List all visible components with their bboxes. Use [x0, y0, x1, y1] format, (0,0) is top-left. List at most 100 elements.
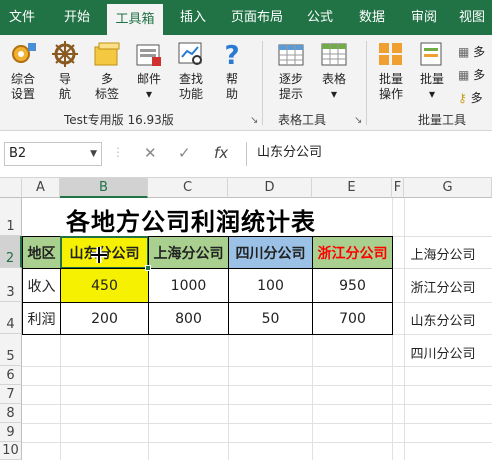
gridline	[404, 198, 405, 460]
cell-a3[interactable]: 收入	[22, 268, 61, 303]
chart-search-icon	[176, 39, 206, 69]
tab-review[interactable]: 审阅	[402, 0, 446, 35]
table-button[interactable]: 表格 ▾	[316, 39, 352, 102]
cell-c2[interactable]: 上海分公司	[148, 236, 229, 269]
cell-b3[interactable]: 450	[60, 268, 149, 303]
gridline	[392, 268, 492, 269]
select-all-corner[interactable]	[0, 178, 22, 198]
column-header-d[interactable]: D	[228, 178, 312, 198]
cell-a4[interactable]: 利润	[22, 302, 61, 335]
sheet-title: 各地方公司利润统计表	[66, 207, 316, 236]
cell-c4[interactable]: 800	[148, 302, 229, 335]
gridline	[148, 334, 149, 460]
column-header-g[interactable]: G	[404, 178, 492, 198]
column-header-e[interactable]: E	[312, 178, 392, 198]
cancel-icon[interactable]: ✕	[144, 144, 157, 162]
tab-file[interactable]: 文件	[0, 0, 44, 35]
group-label-version: Test专用版 16.93版	[64, 113, 174, 127]
cell-g4[interactable]: 山东分公司	[398, 310, 488, 329]
ship-wheel-icon	[50, 39, 80, 69]
cell-d3[interactable]: 100	[228, 268, 313, 303]
row-header-1[interactable]: 1	[0, 198, 22, 236]
folder-tabs-icon	[92, 39, 122, 69]
gridline	[228, 334, 229, 460]
gridline	[22, 423, 492, 424]
cell-d2[interactable]: 四川分公司	[228, 236, 313, 269]
batch-operation-button[interactable]: 批量 操作	[372, 39, 410, 102]
find-function-button[interactable]: 查找 功能	[172, 39, 210, 102]
column-header-b[interactable]: B	[60, 178, 148, 198]
row-header-5[interactable]: 5	[0, 334, 22, 366]
cell-e3[interactable]: 950	[312, 268, 393, 303]
group-label-batch-tools: 批量工具	[418, 113, 467, 127]
batch-grid-icon	[376, 39, 406, 69]
tab-formulas[interactable]: 公式	[298, 0, 342, 35]
row-header-7[interactable]: 7	[0, 385, 22, 404]
formula-bar: B2 ▼ ⋮ ✕ ✓ fx 山东分公司	[0, 131, 492, 178]
ribbon-separator	[366, 41, 367, 125]
cell-b4[interactable]: 200	[60, 302, 149, 335]
tab-home[interactable]: 开始	[52, 0, 102, 35]
help-icon: ?	[217, 39, 247, 71]
formula-input[interactable]: 山东分公司	[246, 142, 492, 166]
column-header-c[interactable]: C	[148, 178, 228, 198]
group-label-table-tools: 表格工具	[278, 113, 327, 127]
gridline	[22, 385, 492, 386]
tab-toolbox[interactable]: 工具箱	[107, 4, 163, 35]
row-header-10[interactable]: 10	[0, 442, 22, 460]
column-header-a[interactable]: A	[22, 178, 60, 198]
mini-item-2[interactable]: ▦ 多	[458, 66, 485, 83]
worksheet-grid: A B C D E F G 1 2 3 4 5 6 7 8 9 10 各地方公司…	[0, 178, 492, 460]
tab-page-layout[interactable]: 页面布局	[224, 0, 290, 35]
cell-a2[interactable]: 地区	[22, 236, 61, 269]
tab-data[interactable]: 数据	[350, 0, 394, 35]
dialog-launcher-icon[interactable]: ↘	[354, 115, 362, 126]
chevron-down-icon[interactable]: ▼	[90, 143, 97, 165]
navigation-button[interactable]: 导 航	[48, 39, 82, 102]
batch-dropdown-button[interactable]: 批量 ▾	[414, 39, 450, 102]
move-cursor-icon	[90, 246, 108, 264]
ribbon: 综合 设置 导 航 多 标签 邮件 ▾ 查找 功能 ? 帮 助 逐步 提示 表格…	[0, 35, 492, 131]
table-tips-icon	[276, 39, 306, 69]
grid-icon: ▦	[458, 45, 470, 59]
cell-g3[interactable]: 浙江分公司	[398, 277, 488, 296]
cell-c3[interactable]: 1000	[148, 268, 229, 303]
mini-item-1[interactable]: ▦ 多	[458, 43, 485, 60]
ribbon-tab-bar: 文件 开始 工具箱 插入 页面布局 公式 数据 审阅 视图	[0, 0, 492, 35]
help-button[interactable]: ? 帮 助	[216, 39, 248, 102]
fx-icon[interactable]: fx	[214, 144, 228, 162]
row-header-9[interactable]: 9	[0, 423, 22, 442]
name-box[interactable]: B2 ▼	[4, 142, 102, 166]
fill-handle[interactable]	[145, 265, 151, 271]
mini-item-3[interactable]: ⚷ 多	[458, 89, 483, 106]
cell-e4[interactable]: 700	[312, 302, 393, 335]
gridline	[22, 442, 492, 443]
svg-text:?: ?	[224, 41, 239, 69]
table-icon	[319, 39, 349, 69]
enter-icon[interactable]: ✓	[178, 144, 191, 162]
ribbon-separator	[262, 41, 263, 125]
row-header-6[interactable]: 6	[0, 366, 22, 385]
more-icon[interactable]: ⋮	[112, 145, 124, 159]
row-header-4[interactable]: 4	[0, 302, 22, 334]
gear-icon	[8, 39, 38, 69]
multi-tab-button[interactable]: 多 标签	[88, 39, 126, 102]
column-header-f[interactable]: F	[392, 178, 404, 198]
cell-d4[interactable]: 50	[228, 302, 313, 335]
dialog-launcher-icon[interactable]: ↘	[250, 115, 258, 126]
grid-icon: ▦	[458, 68, 470, 82]
gridline	[22, 366, 492, 367]
gridline	[312, 334, 313, 460]
tab-insert[interactable]: 插入	[168, 0, 218, 35]
tab-view[interactable]: 视图	[452, 0, 492, 35]
general-settings-button[interactable]: 综合 设置	[4, 39, 42, 102]
row-header-2[interactable]: 2	[0, 236, 22, 268]
gridline	[392, 302, 492, 303]
cell-g2[interactable]: 上海分公司	[398, 244, 488, 263]
row-header-3[interactable]: 3	[0, 268, 22, 302]
step-tips-button[interactable]: 逐步 提示	[272, 39, 310, 102]
mail-button[interactable]: 邮件 ▾	[132, 39, 166, 102]
cell-e2[interactable]: 浙江分公司	[312, 236, 393, 269]
row-header-8[interactable]: 8	[0, 404, 22, 423]
cell-g5[interactable]: 四川分公司	[398, 343, 488, 362]
